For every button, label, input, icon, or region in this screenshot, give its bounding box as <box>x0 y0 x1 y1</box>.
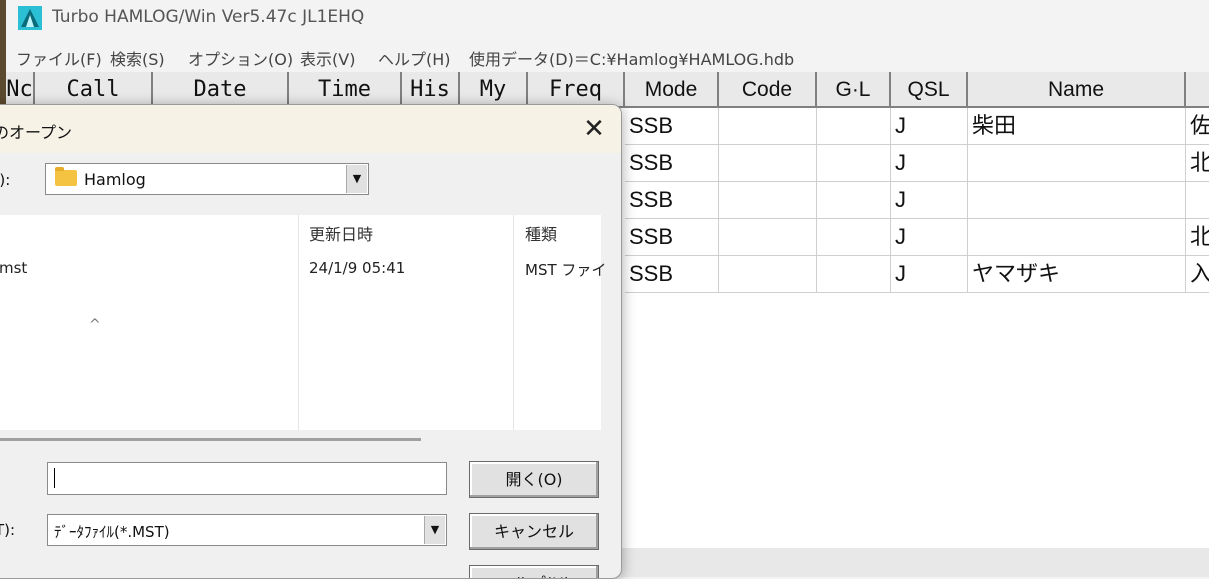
sort-ascending-icon: ^ <box>89 317 101 333</box>
menu-options[interactable]: オプション(O) <box>188 46 293 70</box>
look-in-combo[interactable]: Hamlog ▼ <box>45 163 369 195</box>
column-divider <box>298 215 299 430</box>
menu-file[interactable]: ファイル(F) <box>16 46 102 70</box>
file-modified: 24/1/9 05:41 <box>309 259 406 277</box>
cell-qth: 佐 <box>1186 108 1209 145</box>
cell-code <box>719 108 817 145</box>
text-caret <box>54 468 55 488</box>
column-divider <box>513 215 514 430</box>
list-scrollbar[interactable] <box>0 438 421 441</box>
column-header-freq[interactable]: Freq <box>528 72 625 108</box>
file-list[interactable]: ^ <box>0 215 601 430</box>
cell-gl <box>817 256 891 293</box>
file-open-dialog: のオープン ✕ I): Hamlog ▼ ⇦ ^ 更新日時 種類 mst 24/… <box>0 104 622 579</box>
menu-search[interactable]: 検索(S) <box>110 46 165 70</box>
cell-gl <box>817 219 891 256</box>
column-header-his[interactable]: His <box>402 72 460 108</box>
cell-qsl: J <box>891 219 968 256</box>
cell-qsl: J <box>891 108 968 145</box>
dialog-title-bar: のオープン ✕ <box>0 105 621 153</box>
menu-bar: ファイル(F) 検索(S) オプション(O) 表示(V) ヘルプ(H) 使用デー… <box>6 40 1209 70</box>
column-header-call[interactable]: Call <box>35 72 153 108</box>
cell-mode: SSB <box>625 145 719 182</box>
cell-name <box>968 219 1186 256</box>
cell-qsl: J <box>891 145 968 182</box>
cell-mode: SSB <box>625 108 719 145</box>
column-header-code[interactable]: Code <box>719 72 817 108</box>
data-file-path: 使用データ(D)＝C:¥Hamlog¥HAMLOG.hdb <box>469 50 795 69</box>
file-name-input[interactable] <box>47 462 447 495</box>
cell-name <box>968 145 1186 182</box>
window-title: Turbo HAMLOG/Win Ver5.47c JL1EHQ <box>52 7 365 27</box>
cell-qth <box>1186 182 1209 219</box>
column-header-qth[interactable] <box>1186 72 1209 108</box>
column-header-date[interactable]: Date <box>153 72 289 108</box>
cell-code <box>719 219 817 256</box>
chevron-down-icon[interactable]: ▼ <box>424 516 445 544</box>
file-type-label: T): <box>0 521 16 539</box>
column-header-gl[interactable]: G·L <box>817 72 891 108</box>
look-in-label: I): <box>0 171 11 189</box>
hamlog-app-icon <box>18 6 42 30</box>
dialog-title: のオープン <box>0 123 73 142</box>
cell-qsl: J <box>891 256 968 293</box>
cell-mode: SSB <box>625 219 719 256</box>
column-header-time[interactable]: Time <box>289 72 402 108</box>
cell-mode: SSB <box>625 182 719 219</box>
column-header-type[interactable]: 種類 <box>525 221 557 245</box>
file-type: MST ファイ <box>525 261 607 279</box>
column-header-mode[interactable]: Mode <box>625 72 719 108</box>
menu-view[interactable]: 表示(V) <box>300 46 355 70</box>
chevron-down-icon[interactable]: ▼ <box>346 165 367 193</box>
cell-qth: 北 <box>1186 145 1209 182</box>
file-type-value: ﾃﾞｰﾀﾌｧｲﾙ(*.MST) <box>54 523 170 541</box>
cancel-button[interactable]: キャンセル <box>469 513 599 550</box>
cell-name: 柴田 <box>968 108 1186 145</box>
cell-qsl: J <box>891 182 968 219</box>
column-header-my[interactable]: My <box>460 72 528 108</box>
cell-mode: SSB <box>625 256 719 293</box>
menu-help[interactable]: ヘルプ(H) <box>378 46 451 70</box>
look-in-value: Hamlog <box>84 170 146 189</box>
cell-code <box>719 182 817 219</box>
cell-qth: 北 <box>1186 219 1209 256</box>
file-type-select[interactable]: ﾃﾞｰﾀﾌｧｲﾙ(*.MST) ▼ <box>47 514 447 546</box>
cell-code <box>719 256 817 293</box>
cell-code <box>719 145 817 182</box>
column-header-qsl[interactable]: QSL <box>891 72 968 108</box>
close-icon[interactable]: ✕ <box>577 113 611 145</box>
file-name: mst <box>0 259 28 277</box>
open-button[interactable]: 開く(O) <box>469 461 599 498</box>
cell-name <box>968 182 1186 219</box>
column-header-name[interactable]: Name <box>968 72 1186 108</box>
cell-qth: 入 <box>1186 256 1209 293</box>
column-header-no[interactable]: Nc <box>6 72 35 108</box>
folder-icon <box>55 167 77 186</box>
cell-name: ヤマザキ <box>968 256 1186 293</box>
cell-gl <box>817 182 891 219</box>
cell-gl <box>817 145 891 182</box>
cell-gl <box>817 108 891 145</box>
title-bar: Turbo HAMLOG/Win Ver5.47c JL1EHQ <box>6 0 1209 40</box>
column-header-modified[interactable]: 更新日時 <box>309 221 373 245</box>
